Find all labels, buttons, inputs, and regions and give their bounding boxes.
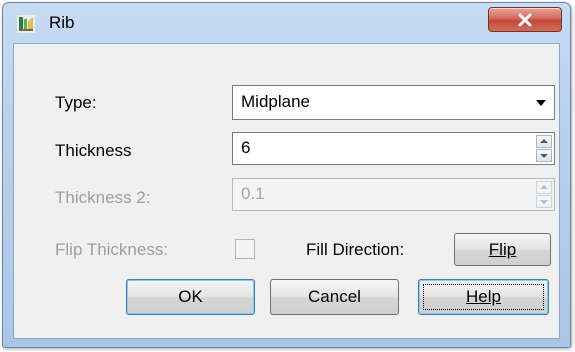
focus-ring <box>423 284 544 310</box>
thickness2-decrement-button[interactable] <box>536 195 552 208</box>
thickness2-increment-button[interactable] <box>536 181 552 194</box>
close-icon <box>518 13 532 26</box>
flip-button[interactable]: Flip <box>454 233 551 266</box>
type-value: Midplane <box>241 92 310 111</box>
thickness2-value: 0.1 <box>241 184 265 203</box>
type-label-text: Type: <box>55 93 97 112</box>
close-button[interactable] <box>488 7 562 32</box>
ok-button-label: OK <box>178 287 203 306</box>
title-bar[interactable]: Rib <box>3 3 570 43</box>
rib-dialog: Rib Type: Midplane Thickness 6 Thickness… <box>2 2 571 348</box>
chevron-down-icon[interactable] <box>536 100 546 106</box>
help-button[interactable]: Help <box>418 279 549 315</box>
type-dropdown[interactable]: Midplane <box>232 85 555 120</box>
type-label: Type: <box>55 93 97 113</box>
flip-thickness-label: Flip Thickness: <box>55 240 169 259</box>
flip-button-label: Flip <box>488 239 517 259</box>
ok-button[interactable]: OK <box>126 279 255 315</box>
thickness-spinner[interactable] <box>536 135 552 162</box>
arrow-up-icon <box>540 185 548 189</box>
thickness-decrement-button[interactable] <box>536 149 552 162</box>
rib-app-icon <box>17 15 35 33</box>
cancel-button-label: Cancel <box>308 287 361 306</box>
dialog-body: Type: Midplane Thickness 6 Thickness 2: … <box>13 43 560 339</box>
arrow-down-icon <box>540 200 548 204</box>
thickness2-field[interactable]: 0.1 <box>232 178 555 211</box>
thickness-field[interactable]: 6 <box>232 132 555 165</box>
thickness-value[interactable]: 6 <box>241 138 250 158</box>
thickness2-label: Thickness 2: <box>55 188 151 207</box>
thickness-label: Thickness <box>55 141 132 160</box>
flip-thickness-checkbox[interactable] <box>235 239 255 259</box>
fill-direction-label: Fill Direction: <box>306 240 405 259</box>
dialog-title: Rib <box>49 13 75 32</box>
arrow-up-icon <box>540 139 548 143</box>
thickness2-spinner[interactable] <box>536 181 552 208</box>
thickness-increment-button[interactable] <box>536 135 552 148</box>
arrow-down-icon <box>540 154 548 158</box>
cancel-button[interactable]: Cancel <box>270 279 399 315</box>
